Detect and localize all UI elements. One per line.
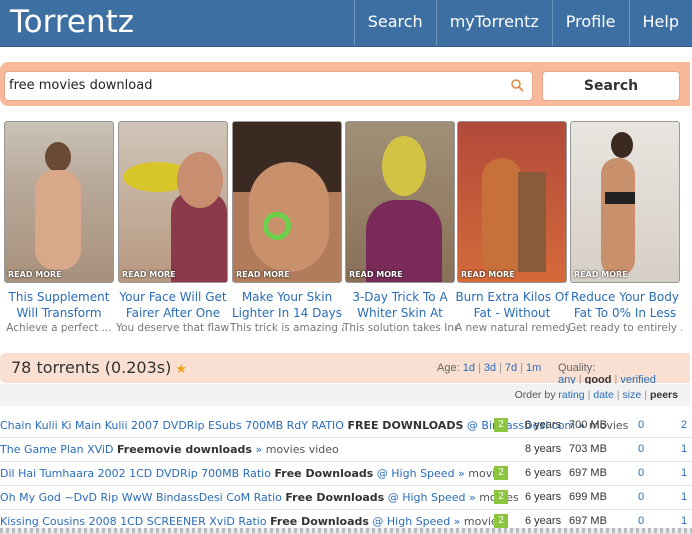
search-icon (511, 79, 524, 92)
age-3d[interactable]: 3d (484, 362, 496, 374)
ad-card[interactable]: READ MORE This Supplement Will Transform… (4, 121, 114, 335)
row-age: 6 years (525, 491, 562, 503)
row-age: 6 years (525, 467, 562, 479)
ad-description: This trick is amazing and (230, 322, 344, 334)
ad-title[interactable]: Reduce Your Body Fat To 0% In Less Than … (568, 289, 682, 321)
order-rating[interactable]: rating (558, 389, 584, 401)
read-more-label: READ MORE (122, 270, 176, 279)
search-input[interactable] (9, 73, 499, 97)
ad-title[interactable]: 3-Day Trick To A Whiter Skin At Home! (343, 289, 457, 321)
verified-badge: 2 (494, 514, 508, 528)
torrent-link[interactable]: Oh My God ~DvD Rip WwW BindassDesi CoM R… (0, 491, 519, 504)
read-more-label: READ MORE (349, 270, 403, 279)
verified-badge: 2 (494, 490, 508, 504)
row-seeds: 0 (638, 491, 645, 503)
ad-image[interactable]: READ MORE (345, 121, 455, 283)
ad-description: Achieve a perfect ... (6, 322, 112, 334)
ad-strip: READ MORE This Supplement Will Transform… (4, 121, 690, 343)
ad-image[interactable]: READ MORE (570, 121, 680, 283)
row-seeds: 0 (638, 467, 645, 479)
read-more-label: READ MORE (461, 270, 515, 279)
nav-mytorrentz[interactable]: myTorrentz (435, 0, 552, 46)
table-row: Chain Kulii Ki Main Kulii 2007 DVDRip ES… (0, 414, 692, 438)
order-options: Order by rating | date | size | peers (514, 389, 678, 401)
age-1d[interactable]: 1d (463, 362, 475, 374)
row-size: 697 MB (569, 515, 607, 527)
torrent-link[interactable]: The Game Plan XViD Freemovie downloads »… (0, 443, 339, 456)
ad-card[interactable]: READ MORE 3-Day Trick To A Whiter Skin A… (343, 121, 457, 335)
search-input-wrap (4, 71, 533, 101)
search-button[interactable]: Search (542, 71, 680, 101)
search-bar: Search (0, 62, 690, 106)
age-7d[interactable]: 7d (505, 362, 517, 374)
nav-profile[interactable]: Profile (551, 0, 629, 46)
read-more-label: READ MORE (8, 270, 62, 279)
ad-title[interactable]: Your Face Will Get Fairer After One (116, 289, 230, 321)
table-row: The Game Plan XViD Freemovie downloads »… (0, 438, 692, 462)
ad-card[interactable]: READ MORE Your Face Will Get Fairer Afte… (116, 121, 230, 335)
verified-badge: 2 (494, 466, 508, 480)
row-size: 699 MB (569, 491, 607, 503)
site-logo[interactable]: Torrentz (10, 2, 134, 42)
row-age: 8 years (525, 443, 562, 455)
row-size: 700 MB (569, 419, 607, 431)
ad-title[interactable]: This Supplement Will Transform Your Body (2, 289, 116, 321)
row-peers: 1 (681, 467, 688, 479)
row-peers: 2 (681, 419, 688, 431)
results-list: Chain Kulii Ki Main Kulii 2007 DVDRip ES… (0, 414, 692, 534)
ad-title[interactable]: Burn Extra Kilos Of Fat - Without Losing… (455, 289, 569, 321)
order-peers[interactable]: peers (650, 389, 678, 401)
row-age: 6 years (525, 419, 562, 431)
results-summary-bar: 78 torrents (0.203s) ★ Age: 1d | 3d | 7d | 1m Q… (0, 353, 690, 386)
ad-card[interactable]: READ MORE Burn Extra Kilos Of Fat - With… (455, 121, 569, 335)
row-age: 6 years (525, 515, 562, 527)
row-peers: 1 (681, 443, 688, 455)
nav-help[interactable]: Help (628, 0, 692, 46)
row-size: 697 MB (569, 467, 607, 479)
row-size: 703 MB (569, 443, 607, 455)
footer-strip (0, 528, 692, 533)
row-seeds: 0 (638, 515, 645, 527)
row-peers: 1 (681, 491, 688, 503)
torrent-link[interactable]: Dil Hai Tumhaara 2002 1CD DVDRip 700MB R… (0, 467, 508, 480)
ad-description: This solution takes India ... (343, 322, 457, 334)
row-seeds: 0 (638, 419, 645, 431)
ad-description: You deserve that flawless (116, 322, 230, 334)
table-row: Dil Hai Tumhaara 2002 1CD DVDRip 700MB R… (0, 462, 692, 486)
ad-image[interactable]: READ MORE (4, 121, 114, 283)
torrent-link[interactable]: Kissing Cousins 2008 1CD SCREENER XviD R… (0, 515, 503, 528)
age-1m[interactable]: 1m (526, 362, 541, 374)
nav-search[interactable]: Search (353, 0, 436, 46)
ad-image[interactable]: READ MORE (232, 121, 342, 283)
order-bar: Order by rating | date | size | peers (0, 384, 690, 406)
read-more-label: READ MORE (236, 270, 290, 279)
ad-card[interactable]: READ MORE Make Your Skin Lighter In 14 D… (230, 121, 344, 335)
star-icon[interactable]: ★ (175, 362, 187, 377)
read-more-label: READ MORE (574, 270, 628, 279)
ad-description: A new natural remedy ... (455, 322, 569, 334)
results-count: 78 torrents (0.203s) ★ (11, 358, 187, 377)
ad-image[interactable]: READ MORE (118, 121, 228, 283)
quality-filter: Quality: any | good | verified (558, 362, 656, 386)
top-nav: Search myTorrentz Profile Help (353, 0, 692, 46)
ad-image[interactable]: READ MORE (457, 121, 567, 283)
row-peers: 1 (681, 515, 688, 527)
ad-description: Get ready to entirely ... (568, 322, 682, 334)
order-date[interactable]: date (593, 389, 613, 401)
verified-badge: 2 (494, 418, 508, 432)
row-seeds: 0 (638, 443, 645, 455)
order-size[interactable]: size (623, 389, 642, 401)
table-row: Oh My God ~DvD Rip WwW BindassDesi CoM R… (0, 486, 692, 510)
age-filter: Age: 1d | 3d | 7d | 1m (437, 362, 542, 374)
top-header: Torrentz Search myTorrentz Profile Help (0, 0, 692, 47)
ad-title[interactable]: Make Your Skin Lighter In 14 Days Or Les… (230, 289, 344, 321)
ad-card[interactable]: READ MORE Reduce Your Body Fat To 0% In … (568, 121, 682, 335)
